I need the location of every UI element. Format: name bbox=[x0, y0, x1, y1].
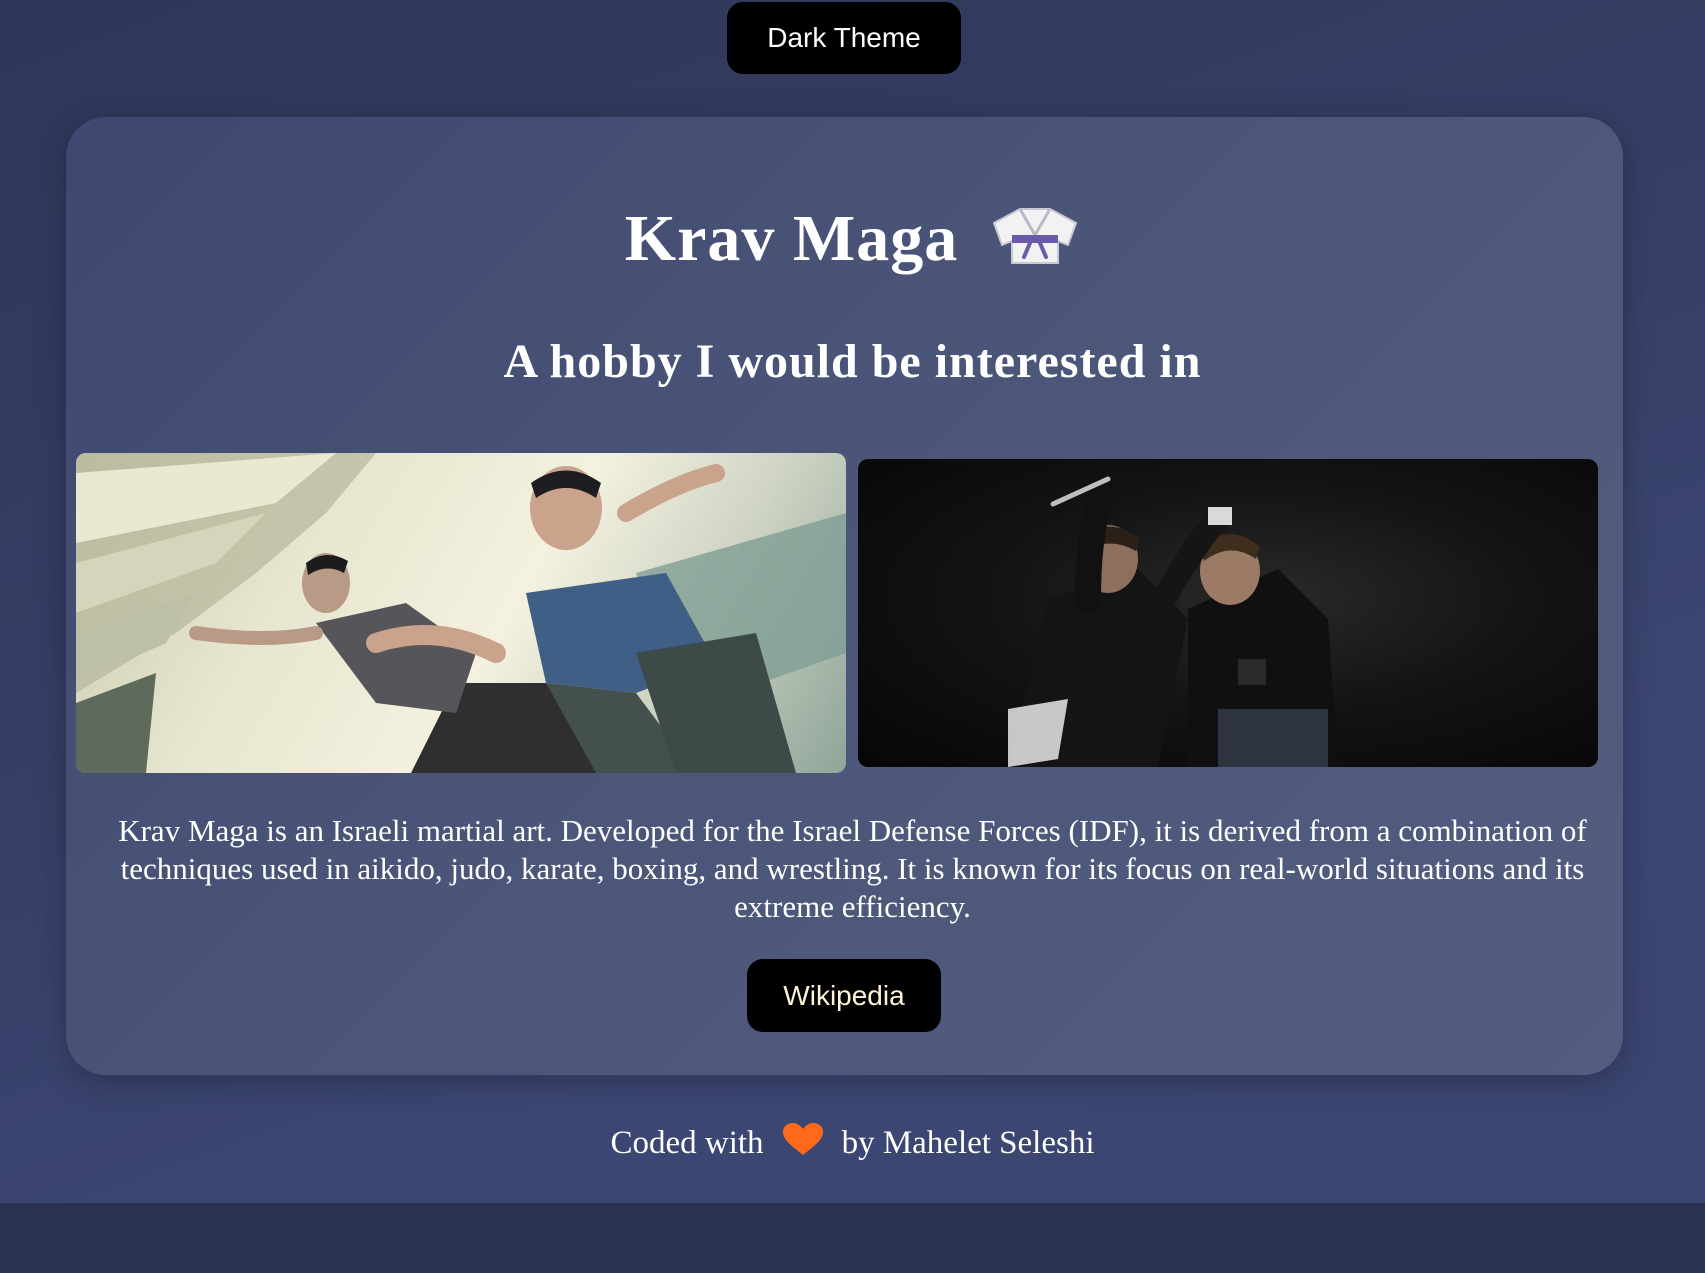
wikipedia-link-button[interactable]: Wikipedia bbox=[747, 959, 941, 1032]
footer: Coded with by Mahelet Seleshi bbox=[0, 1122, 1705, 1165]
dark-theme-button[interactable]: Dark Theme bbox=[727, 2, 961, 74]
footer-prefix: Coded with bbox=[610, 1125, 764, 1161]
footer-author: by Mahelet Seleshi bbox=[841, 1125, 1095, 1161]
title-row: Krav Maga bbox=[0, 205, 1705, 272]
heart-icon bbox=[782, 1122, 824, 1165]
martial-arts-uniform-icon bbox=[990, 205, 1080, 272]
krav-maga-knife-defense-photo bbox=[858, 459, 1598, 767]
page-bottom-band bbox=[0, 1203, 1705, 1273]
hobby-description: Krav Maga is an Israeli martial art. Dev… bbox=[118, 813, 1587, 924]
page-title: Krav Maga bbox=[624, 201, 959, 275]
page-subtitle: A hobby I would be interested in bbox=[503, 335, 1202, 388]
krav-maga-street-defense-photo bbox=[76, 453, 846, 773]
